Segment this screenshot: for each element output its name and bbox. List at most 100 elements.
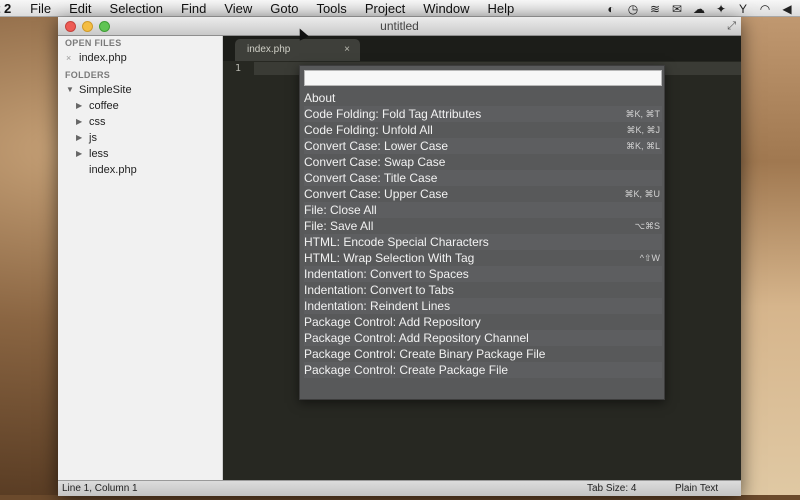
title-bar[interactable]: untitled ⤢ (58, 17, 741, 36)
bird-icon[interactable]: ✦ (714, 2, 728, 16)
project-folder[interactable]: ▼ SimpleSite (66, 83, 132, 97)
clock-icon[interactable]: ◷ (626, 2, 640, 16)
menu-project[interactable]: Project (356, 1, 414, 16)
syntax-selector[interactable]: Plain Text (675, 483, 718, 494)
command-result-item[interactable]: Code Folding: Fold Tag Attributes ⌘K, ⌘T (304, 106, 662, 122)
tab-size-selector[interactable]: Tab Size: 4 (587, 483, 636, 494)
command-result-item[interactable]: About (304, 90, 662, 106)
line-gutter: 1 (223, 61, 254, 480)
menu-view[interactable]: View (215, 1, 261, 16)
command-label: Code Folding: Fold Tag Attributes (304, 107, 482, 121)
command-result-item[interactable]: Code Folding: Unfold All ⌘K, ⌘J (304, 122, 662, 138)
command-palette-input[interactable] (304, 70, 662, 86)
folder-item-js[interactable]: ▶ js (76, 131, 97, 145)
command-label: Package Control: Create Binary Package F… (304, 347, 546, 361)
sidebar: OPEN FILES × index.php FOLDERS ▼ SimpleS… (58, 36, 223, 480)
command-result-item[interactable]: Convert Case: Lower Case ⌘K, ⌘L (304, 138, 662, 154)
open-files-heading: OPEN FILES (65, 38, 122, 48)
menu-goto[interactable]: Goto (261, 1, 307, 16)
menu-selection[interactable]: Selection (101, 1, 172, 16)
folder-label: css (89, 116, 106, 128)
command-label: Package Control: Add Repository Channel (304, 331, 529, 345)
antenna-icon[interactable]: Y (736, 2, 750, 16)
open-file-label: index.php (79, 52, 127, 64)
command-result-item[interactable]: Indentation: Convert to Spaces (304, 266, 662, 282)
menu-window[interactable]: Window (414, 1, 478, 16)
command-shortcut: ⌘K, ⌘J (626, 125, 660, 135)
chevron-right-icon: ▶ (76, 133, 83, 142)
volume-icon[interactable]: ◀ (780, 2, 794, 16)
command-shortcut: ^⇧W (639, 253, 660, 263)
cloud-icon[interactable]: ☁ (692, 2, 706, 16)
command-shortcut: ⌥⌘S (634, 221, 660, 231)
editor-window: untitled ⤢ OPEN FILES × index.php FOLDER… (58, 17, 741, 496)
folder-item-css[interactable]: ▶ css (76, 115, 106, 129)
window-title: untitled (380, 19, 419, 33)
command-label: About (304, 91, 336, 105)
folder-label: less (89, 148, 109, 160)
command-result-item[interactable]: Indentation: Convert to Tabs (304, 282, 662, 298)
command-label: Indentation: Convert to Spaces (304, 267, 469, 281)
command-label: Indentation: Convert to Tabs (304, 283, 454, 297)
command-label: File: Close All (304, 203, 377, 217)
menu-file[interactable]: File (21, 1, 60, 16)
tab-index-php[interactable]: index.php × (235, 39, 360, 61)
command-shortcut: ⌘K, ⌘U (624, 189, 660, 199)
status-bar: Line 1, Column 1 Tab Size: 4 Plain Text (58, 480, 741, 496)
close-tab-icon[interactable]: × (344, 39, 350, 61)
command-label: Package Control: Add Repository (304, 315, 481, 329)
chevron-right-icon: ▶ (76, 117, 83, 126)
menu-edit[interactable]: Edit (60, 1, 100, 16)
command-label: HTML: Encode Special Characters (304, 235, 489, 249)
command-results-list: About Code Folding: Fold Tag Attributes ⌘K… (304, 90, 662, 378)
file-label: index.php (89, 164, 137, 176)
command-result-item[interactable]: HTML: Wrap Selection With Tag ^⇧W (304, 250, 662, 266)
command-result-item[interactable]: File: Close All (304, 202, 662, 218)
command-label: Indentation: Reindent Lines (304, 299, 451, 313)
open-file-item[interactable]: × index.php (66, 51, 127, 65)
fullscreen-icon[interactable]: ⤢ (727, 20, 736, 33)
wifi-icon[interactable]: ≋ (648, 2, 662, 16)
command-result-item[interactable]: Package Control: Add Repository (304, 314, 662, 330)
close-file-icon[interactable]: × (66, 51, 74, 65)
chevron-down-icon: ▼ (66, 85, 74, 94)
folder-item-coffee[interactable]: ▶ coffee (76, 99, 119, 113)
command-label: HTML: Wrap Selection With Tag (304, 251, 475, 265)
mouse-icon[interactable]: ◐ (604, 2, 618, 16)
command-shortcut: ⌘K, ⌘T (625, 109, 660, 119)
command-label: Convert Case: Title Case (304, 171, 438, 185)
menu-help[interactable]: Help (479, 1, 524, 16)
file-item-index[interactable]: index.php (89, 163, 137, 177)
wifi-signal-icon[interactable]: ◠ (758, 2, 772, 16)
project-folder-label: SimpleSite (79, 84, 132, 96)
cursor-position: Line 1, Column 1 (62, 483, 138, 494)
line-number: 1 (235, 63, 242, 74)
command-result-item[interactable]: Package Control: Create Binary Package F… (304, 346, 662, 362)
menu-tools[interactable]: Tools (307, 1, 355, 16)
command-result-item[interactable]: Convert Case: Title Case (304, 170, 662, 186)
command-palette: About Code Folding: Fold Tag Attributes ⌘K… (299, 65, 665, 400)
menu-extras: ◐ ◷ ≋ ✉ ☁ ✦ Y ◠ ◀ (604, 0, 794, 17)
command-label: Convert Case: Lower Case (304, 139, 449, 153)
desktop-background (740, 17, 800, 500)
command-result-item[interactable]: Indentation: Reindent Lines (304, 298, 662, 314)
app-menu[interactable]: t 2 (0, 1, 21, 16)
command-label: File: Save All (304, 219, 374, 233)
menu-bar: t 2 File Edit Selection Find View Goto T… (0, 0, 800, 17)
command-label: Convert Case: Upper Case (304, 187, 449, 201)
command-shortcut: ⌘K, ⌘L (625, 141, 660, 151)
folder-item-less[interactable]: ▶ less (76, 147, 109, 161)
menu-find[interactable]: Find (172, 1, 215, 16)
command-label: Package Control: Create Package File (304, 363, 509, 377)
command-result-item[interactable]: Convert Case: Upper Case ⌘K, ⌘U (304, 186, 662, 202)
command-result-item[interactable]: Package Control: Add Repository Channel (304, 330, 662, 346)
command-result-item[interactable]: Convert Case: Swap Case (304, 154, 662, 170)
chevron-right-icon: ▶ (76, 101, 83, 110)
command-result-item[interactable]: File: Save All ⌥⌘S (304, 218, 662, 234)
folders-heading: FOLDERS (65, 70, 111, 80)
folder-label: coffee (89, 100, 119, 112)
folder-label: js (89, 132, 97, 144)
command-result-item[interactable]: HTML: Encode Special Characters (304, 234, 662, 250)
command-result-item[interactable]: Package Control: Create Package File (304, 362, 662, 378)
mail-icon[interactable]: ✉ (670, 2, 684, 16)
